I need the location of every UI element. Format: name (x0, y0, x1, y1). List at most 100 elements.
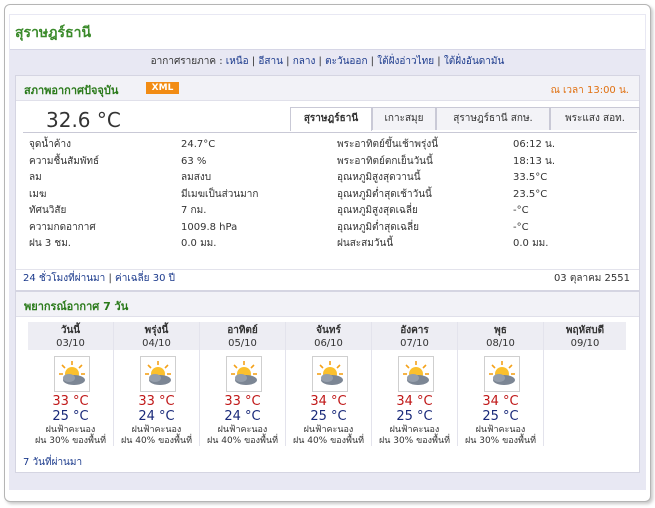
forecast-condition: ฝนฟ้าคะนอง ฝน 40% ของพื้นที่ (114, 425, 199, 447)
obs-value: 7 กม. (181, 205, 207, 216)
forecast-condition: ฝนฟ้าคะนอง ฝน 30% ของพื้นที่ (28, 425, 113, 447)
obs-row-max-yesterday: อุณหภูมิสูงสุดวานนี้ 33.5°C (337, 170, 637, 187)
forecast-condition-text: ฝนฟ้าคะนอง (131, 425, 182, 435)
region-nav-prefix: อากาศรายภาค : (150, 56, 223, 67)
forecast-rain-chance: ฝน 40% ของพื้นที่ (120, 436, 193, 446)
forecast-day: พฤหัสบดี 09/10 (544, 322, 626, 446)
page-header: สุราษฎร์ธานี (10, 15, 645, 50)
forecast-rain-chance: ฝน 30% ของพื้นที่ (34, 436, 107, 446)
partly-cloudy-icon (226, 356, 262, 392)
current-temperature: 32.6 °C (46, 108, 121, 132)
forecast-min-temp: 24 °C (138, 409, 175, 424)
past-7-days-link[interactable]: 7 วันที่ผ่านมา (23, 454, 82, 472)
tab-surat-thani[interactable]: สุราษฎร์ธานี (290, 107, 372, 131)
forecast-day-name: พรุ่งนี้ (144, 325, 169, 336)
forecast-day-date: 04/10 (142, 338, 171, 349)
forecast-day-date: 08/10 (486, 338, 515, 349)
forecast-day-name: อาทิตย์ (227, 325, 258, 336)
forecast-day: วันนี้ 03/10 33 °C 25 °C ฝนฟ้าคะนอง ฝน 30… (28, 322, 114, 446)
obs-value: มีเมฆเป็นส่วนมาก (181, 188, 259, 200)
forecast-min-temp: 25 °C (310, 409, 347, 424)
partly-cloudy-icon (54, 356, 90, 392)
past-24h-link[interactable]: 24 ชั่วโมงที่ผ่านมา (23, 273, 105, 284)
forecast-grid: วันนี้ 03/10 33 °C 25 °C ฝนฟ้าคะนอง ฝน 30… (28, 322, 626, 446)
obs-row-pressure: ความกดอากาศ 1009.8 hPa (29, 220, 329, 237)
forecast-min-temp: 25 °C (482, 409, 519, 424)
region-link-south-andaman[interactable]: ใต้ฝั่งอันดามัน (444, 56, 505, 67)
observation-table: จุดน้ำค้าง 24.7°C ความชื้นสัมพัทธ์ 63 % ลม… (23, 132, 637, 249)
obs-value: 33.5°C (513, 172, 548, 183)
forecast-day-header: พฤหัสบดี 09/10 (544, 322, 626, 350)
forecast-condition-text: ฝนฟ้าคะนอง (303, 425, 354, 435)
region-link-north[interactable]: เหนือ (226, 56, 249, 67)
forecast-day-header: อังคาร 07/10 (372, 322, 457, 350)
obs-row-humidity: ความชื้นสัมพัทธ์ 63 % (29, 154, 329, 171)
current-weather-footer: 24 ชั่วโมงที่ผ่านมา | ค่าเฉลี่ย 30 ปี 03… (16, 269, 639, 288)
forecast-rain-chance: ฝน 30% ของพื้นที่ (378, 436, 451, 446)
forecast-day-name: อังคาร (400, 325, 429, 336)
forecast-condition-text: ฝนฟ้าคะนอง (475, 425, 526, 435)
partly-cloudy-icon (484, 356, 520, 392)
forecast-day-name: พุธ (494, 325, 507, 336)
window-frame: สุราษฎร์ธานี อากาศรายภาค : เหนือ | อีสาน… (4, 4, 651, 502)
forecast-day-header: วันนี้ 03/10 (28, 322, 113, 350)
forecast-max-temp: 33 °C (52, 394, 89, 409)
obs-row-sunset: พระอาทิตย์ตกเย็นวันนี้ 18:13 น. (337, 154, 637, 171)
forecast-day-name: จันทร์ (316, 325, 341, 336)
forecast-condition-text: ฝนฟ้าคะนอง (45, 425, 96, 435)
obs-value: 63 % (181, 155, 207, 167)
forecast-day: พุธ 08/10 34 °C 25 °C ฝนฟ้าคะนอง ฝน 30% ข… (458, 322, 544, 446)
forecast-max-temp: 34 °C (482, 394, 519, 409)
page-background: สุราษฎร์ธานี อากาศรายภาค : เหนือ | อีสาน… (9, 14, 646, 490)
forecast-day-date: 09/10 (570, 338, 600, 349)
forecast-panel: พยากรณ์อากาศ 7 วัน วันนี้ 03/10 33 °C 25… (15, 291, 640, 473)
region-link-south-gulf[interactable]: ใต้ฝั่งอ่าวไทย (377, 56, 434, 67)
region-link-northeast[interactable]: อีสาน (258, 56, 283, 67)
partly-cloudy-icon (140, 356, 176, 392)
partly-cloudy-icon (312, 356, 348, 392)
forecast-footer: 7 วันที่ผ่านมา (16, 454, 639, 472)
obs-label: ลม (29, 172, 42, 183)
obs-row-visibility: ทัศนวิสัย 7 กม. (29, 203, 329, 220)
forecast-day: อาทิตย์ 05/10 33 °C 24 °C ฝนฟ้าคะนอง ฝน 4… (200, 322, 286, 446)
forecast-day: อังคาร 07/10 34 °C 25 °C ฝนฟ้าคะนอง ฝน 30… (372, 322, 458, 446)
forecast-day: พรุ่งนี้ 04/10 33 °C 24 °C ฝนฟ้าคะนอง ฝน … (114, 322, 200, 446)
region-link-central[interactable]: กลาง (293, 56, 316, 67)
forecast-day-date: 03/10 (56, 338, 85, 349)
avg-30y-link[interactable]: ค่าเฉลี่ย 30 ปี (115, 273, 175, 284)
obs-label: เมฆ (29, 188, 47, 200)
tab-surat-thani-agro[interactable]: สุราษฎร์ธานี สกษ. (436, 107, 550, 130)
obs-value: 06:12 น. (513, 139, 556, 150)
obs-label: ทัศนวิสัย (29, 205, 67, 216)
obs-label: ความกดอากาศ (29, 221, 96, 233)
observation-time: ณ เวลา 13:00 น. (550, 85, 629, 96)
tab-koh-samui[interactable]: เกาะสมุย (372, 107, 436, 130)
obs-label: อุณหภูมิต่ำสุดเช้าวันนี้ (337, 188, 432, 200)
forecast-max-temp: 33 °C (224, 394, 261, 409)
region-nav: อากาศรายภาค : เหนือ | อีสาน | กลาง | ตะว… (150, 56, 505, 67)
current-weather-header: สภาพอากาศปัจจุบัน XML ณ เวลา 13:00 น. (16, 76, 639, 101)
forecast-day-header: อาทิตย์ 05/10 (200, 322, 285, 350)
forecast-max-temp: 34 °C (310, 394, 347, 409)
forecast-day-date: 05/10 (228, 338, 257, 349)
forecast-day-name: วันนี้ (60, 325, 81, 336)
obs-label: พระอาทิตย์ขึ้นเช้าพรุ่งนี้ (337, 139, 439, 150)
forecast-day-header: จันทร์ 06/10 (286, 322, 371, 350)
obs-value: 0.0 มม. (181, 238, 217, 249)
region-link-east[interactable]: ตะวันออก (325, 56, 367, 67)
obs-row-avg-max: อุณหภูมิสูงสุดเฉลี่ย -°C (337, 203, 637, 220)
forecast-day-date: 07/10 (400, 338, 429, 349)
observation-left-column: จุดน้ำค้าง 24.7°C ความชื้นสัมพัทธ์ 63 % ลม… (29, 137, 329, 253)
obs-row-rain-3h: ฝน 3 ชม. 0.0 มม. (29, 236, 329, 253)
xml-feed-button[interactable]: XML (146, 82, 179, 94)
obs-value: 18:13 น. (513, 155, 556, 167)
forecast-day-name: พฤหัสบดี (565, 325, 605, 336)
forecast-header: พยากรณ์อากาศ 7 วัน (16, 292, 639, 317)
tab-phrasaeng[interactable]: พระแสง สอท. (550, 107, 640, 130)
forecast-title: พยากรณ์อากาศ 7 วัน (24, 300, 129, 313)
obs-row-min-today: อุณหภูมิต่ำสุดเช้าวันนี้ 23.5°C (337, 187, 637, 204)
obs-value: 0.0 มม. (513, 238, 549, 249)
obs-row-rain-today: ฝนสะสมวันนี้ 0.0 มม. (337, 236, 637, 253)
forecast-min-temp: 25 °C (52, 409, 89, 424)
forecast-condition: ฝนฟ้าคะนอง ฝน 30% ของพื้นที่ (458, 425, 543, 447)
